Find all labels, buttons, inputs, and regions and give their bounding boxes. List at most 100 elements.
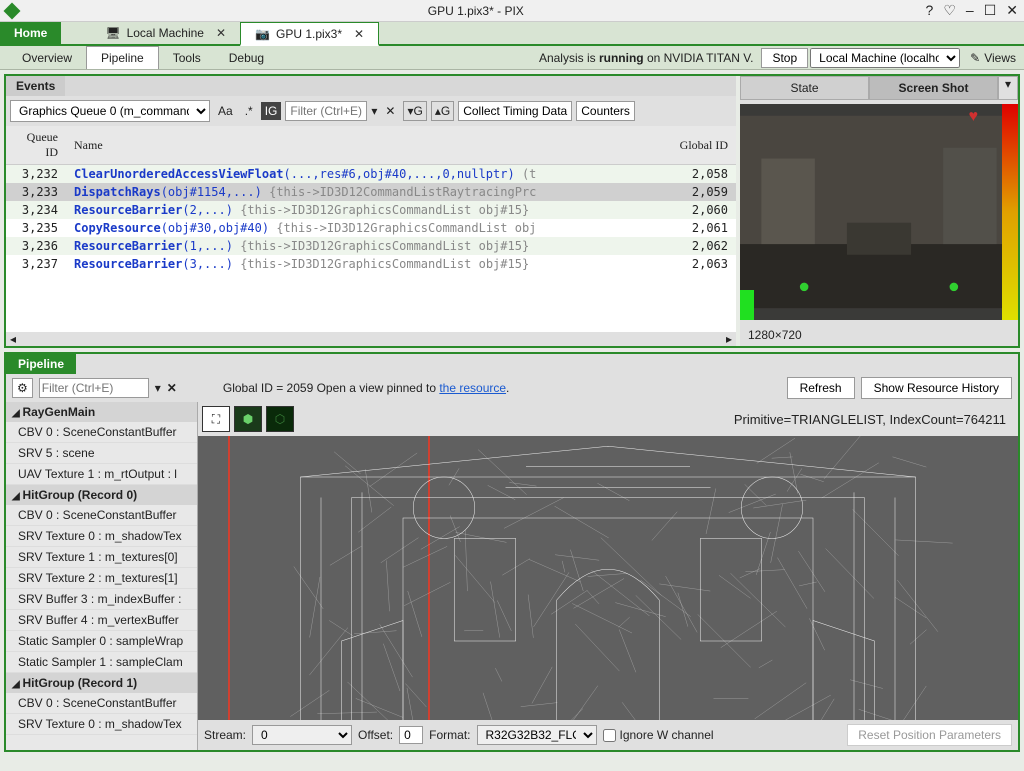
- col-name[interactable]: Name: [66, 126, 656, 165]
- tree-item[interactable]: SRV Texture 1 : m_textures[0]: [6, 547, 197, 568]
- menubar: Overview Pipeline Tools Debug Analysis i…: [0, 46, 1024, 70]
- reset-position-button[interactable]: Reset Position Parameters: [847, 724, 1012, 746]
- close-button[interactable]: ✕: [1006, 2, 1018, 19]
- group-up[interactable]: ▴G: [431, 101, 454, 121]
- screenshot-image[interactable]: ♥: [740, 104, 1018, 320]
- screenshot-tab[interactable]: Screen Shot: [869, 76, 998, 100]
- events-toolbar: Graphics Queue 0 (m_commandQueue) Aa .* …: [6, 96, 736, 126]
- pipeline-filter-input[interactable]: [39, 378, 149, 398]
- events-filter-input[interactable]: [285, 101, 367, 121]
- solid-mode-icon[interactable]: ⬢: [234, 406, 262, 432]
- group-down[interactable]: ▾G: [403, 101, 426, 121]
- stream-label: Stream:: [204, 728, 246, 742]
- tree-item[interactable]: SRV Buffer 4 : m_vertexBuffer: [6, 610, 197, 631]
- tree-item[interactable]: CBV 0 : SceneConstantBuffer: [6, 422, 197, 443]
- col-global-id[interactable]: Global ID: [656, 126, 736, 165]
- counters-button[interactable]: Counters: [576, 101, 635, 121]
- tree-group[interactable]: HitGroup (Record 0): [6, 485, 197, 505]
- show-history-button[interactable]: Show Resource History: [861, 377, 1012, 399]
- minimize-button[interactable]: –: [966, 2, 974, 19]
- tree-item[interactable]: SRV Texture 0 : m_shadowTex: [6, 714, 197, 735]
- viewer-panel: ⛶ ⬢ ⬡ Primitive=TRIANGLELIST, IndexCount…: [198, 402, 1018, 750]
- menu-tools[interactable]: Tools: [159, 47, 215, 69]
- tree-item[interactable]: SRV 5 : scene: [6, 443, 197, 464]
- viewer-bottom-bar: Stream: 0 Offset: Format: R32G32B32_FLOA…: [198, 720, 1018, 750]
- tree-item[interactable]: UAV Texture 1 : m_rtOutput : l: [6, 464, 197, 485]
- case-toggle[interactable]: Aa: [214, 102, 237, 120]
- screenshot-dimensions: 1280×720: [740, 324, 1018, 346]
- event-row[interactable]: 3,233DispatchRays(obj#1154,...) {this->I…: [6, 183, 736, 201]
- close-icon[interactable]: ✕: [216, 26, 226, 40]
- stop-button[interactable]: Stop: [761, 48, 808, 68]
- monitor-icon: 🖥: [105, 26, 120, 40]
- regex-toggle[interactable]: .*: [241, 102, 257, 120]
- tree-item[interactable]: Static Sampler 1 : sampleClam: [6, 652, 197, 673]
- help-icon[interactable]: ?: [926, 2, 934, 19]
- tab-gpu-capture[interactable]: 📷 GPU 1.pix3* ✕: [240, 22, 379, 46]
- ig-toggle[interactable]: IG: [261, 102, 282, 120]
- tab-local-machine[interactable]: 🖥 Local Machine ✕: [91, 22, 240, 44]
- gear-icon[interactable]: ⚙: [12, 378, 33, 398]
- state-tab[interactable]: State: [740, 76, 869, 100]
- collect-timing-button[interactable]: Collect Timing Data: [458, 101, 572, 121]
- screenshot-dropdown-icon[interactable]: ▾: [998, 76, 1018, 100]
- pipeline-header: Pipeline: [6, 354, 76, 374]
- tree-item[interactable]: Static Sampler 0 : sampleWrap: [6, 631, 197, 652]
- tab-label: GPU 1.pix3*: [276, 27, 342, 41]
- views-button[interactable]: ✎ Views: [970, 51, 1016, 65]
- mesh-viewer[interactable]: [198, 436, 1018, 720]
- event-row[interactable]: 3,237ResourceBarrier(3,...) {this->ID3D1…: [6, 255, 736, 273]
- ignore-w-label: Ignore W channel: [620, 728, 714, 742]
- event-row[interactable]: 3,234ResourceBarrier(2,...) {this->ID3D1…: [6, 201, 736, 219]
- tab-home[interactable]: Home: [0, 22, 61, 44]
- maximize-button[interactable]: ☐: [984, 2, 997, 19]
- offset-label: Offset:: [358, 728, 393, 742]
- col-queue-id[interactable]: Queue ID: [6, 126, 66, 165]
- scene-thumbnail: [740, 104, 1018, 320]
- fullscreen-icon[interactable]: ⛶: [202, 406, 230, 432]
- scroll-left-icon[interactable]: ◂: [10, 332, 16, 346]
- menu-overview[interactable]: Overview: [8, 47, 86, 69]
- target-select[interactable]: Local Machine (localhost): [810, 48, 960, 68]
- refresh-button[interactable]: Refresh: [787, 377, 855, 399]
- pipeline-toolbar: ⚙ ▾ ✕ Global ID = 2059 Open a view pinne…: [6, 374, 1018, 402]
- titlebar: GPU 1.pix3* - PIX ? ♡ – ☐ ✕: [0, 0, 1024, 22]
- events-header: Events: [6, 76, 65, 96]
- gradient-bar-left: [740, 290, 754, 320]
- feedback-icon[interactable]: ♡: [943, 2, 956, 19]
- primitive-info: Primitive=TRIANGLELIST, IndexCount=76421…: [734, 412, 1014, 427]
- event-row[interactable]: 3,235CopyResource(obj#30,obj#40) {this->…: [6, 219, 736, 237]
- ignore-w-checkbox[interactable]: [603, 729, 616, 742]
- clear-filter-icon[interactable]: ✕: [167, 381, 177, 395]
- menu-pipeline[interactable]: Pipeline: [86, 46, 159, 69]
- resource-tree[interactable]: RayGenMainCBV 0 : SceneConstantBufferSRV…: [6, 402, 198, 750]
- tree-group[interactable]: RayGenMain: [6, 402, 197, 422]
- filter-dropdown-icon[interactable]: ▾: [155, 381, 161, 395]
- tree-item[interactable]: CBV 0 : SceneConstantBuffer: [6, 693, 197, 714]
- event-row[interactable]: 3,232ClearUnorderedAccessViewFloat(...,r…: [6, 165, 736, 184]
- filter-dropdown-icon[interactable]: ▾: [371, 104, 377, 118]
- tree-item[interactable]: CBV 0 : SceneConstantBuffer: [6, 505, 197, 526]
- events-table[interactable]: Queue ID Name Global ID 3,232ClearUnorde…: [6, 126, 736, 332]
- tree-item[interactable]: SRV Texture 2 : m_textures[1]: [6, 568, 197, 589]
- tree-item[interactable]: SRV Texture 0 : m_shadowTex: [6, 526, 197, 547]
- tree-group[interactable]: HitGroup (Record 1): [6, 673, 197, 693]
- scroll-right-icon[interactable]: ▸: [726, 332, 732, 346]
- resource-link[interactable]: the resource: [439, 381, 506, 395]
- wireframe-render: [198, 436, 1018, 720]
- clear-filter[interactable]: ✕: [381, 102, 399, 120]
- close-icon[interactable]: ✕: [354, 27, 364, 41]
- offset-input[interactable]: [399, 726, 423, 744]
- screenshot-panel: State Screen Shot ▾ ♥ 1280×720: [740, 76, 1018, 346]
- analysis-status: Analysis is running on NVIDIA TITAN V.: [539, 51, 754, 65]
- camera-icon: 📷: [255, 27, 270, 41]
- event-row[interactable]: 3,236ResourceBarrier(1,...) {this->ID3D1…: [6, 237, 736, 255]
- format-select[interactable]: R32G32B32_FLOAT: [477, 725, 597, 745]
- queue-select[interactable]: Graphics Queue 0 (m_commandQueue): [10, 100, 210, 122]
- format-label: Format:: [429, 728, 470, 742]
- stream-select[interactable]: 0: [252, 725, 352, 745]
- tree-item[interactable]: SRV Buffer 3 : m_indexBuffer :: [6, 589, 197, 610]
- pipeline-info: Global ID = 2059 Open a view pinned to t…: [223, 381, 510, 395]
- wireframe-mode-icon[interactable]: ⬡: [266, 406, 294, 432]
- menu-debug[interactable]: Debug: [215, 47, 278, 69]
